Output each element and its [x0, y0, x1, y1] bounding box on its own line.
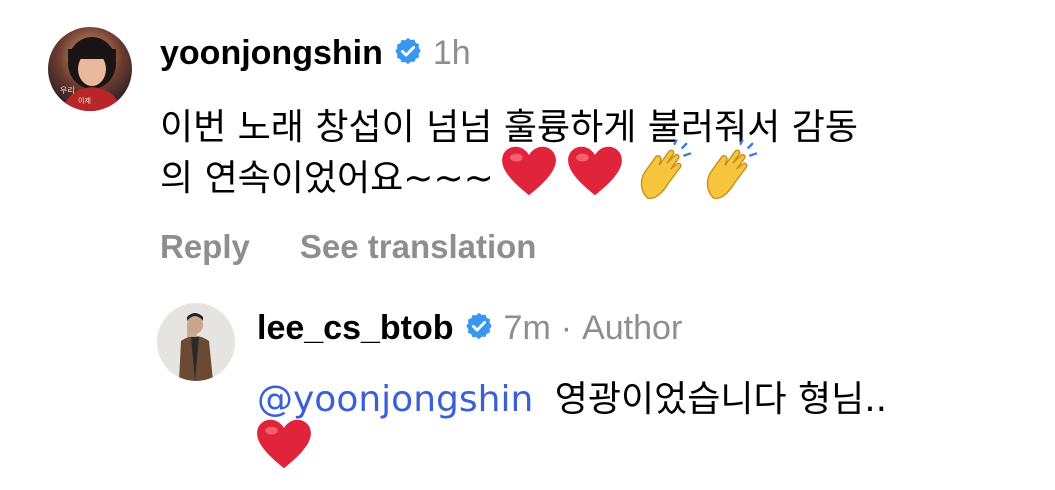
svg-text:우리: 우리: [60, 86, 75, 95]
reply-header: lee_cs_btob 7m · Author: [257, 306, 682, 350]
reply-avatar-image: [157, 303, 235, 381]
see-translation-button[interactable]: See translation: [300, 228, 537, 266]
reply-text: 영광이었습니다 형님..: [554, 379, 888, 420]
avatar[interactable]: 우리 이제: [48, 27, 132, 111]
heart-icon: [255, 418, 313, 475]
comment-time: 1h: [432, 33, 471, 72]
reply-separator: ·: [560, 308, 573, 347]
avatar-image: 우리 이제: [48, 27, 132, 111]
clap-icon: [698, 138, 760, 211]
reply-text-row: @yoonjongshin 영광이었습니다 형님..: [257, 370, 887, 422]
reply-time: 7m: [503, 308, 551, 347]
heart-icon: [500, 145, 558, 206]
comment-text-line2: 의 연속이었어요~~~: [160, 158, 494, 199]
reply-button[interactable]: Reply: [160, 228, 250, 266]
reply-username[interactable]: lee_cs_btob: [257, 309, 454, 348]
comment-actions: Reply See translation: [160, 228, 536, 266]
comment-username[interactable]: yoonjongshin: [160, 34, 383, 73]
verified-badge-icon: [393, 36, 423, 71]
comment-header: yoonjongshin 1h: [160, 30, 471, 76]
verified-badge-icon: [464, 311, 494, 346]
reply-heart-row: [255, 418, 313, 478]
heart-icon: [566, 145, 624, 206]
clap-icon: [632, 138, 694, 211]
mention-link[interactable]: @yoonjongshin: [257, 379, 533, 420]
comment-text-line2-row: 의 연속이었어요~~~: [160, 138, 760, 206]
reply-avatar[interactable]: [157, 303, 235, 381]
author-label: Author: [582, 308, 683, 347]
svg-text:이제: 이제: [78, 96, 91, 105]
